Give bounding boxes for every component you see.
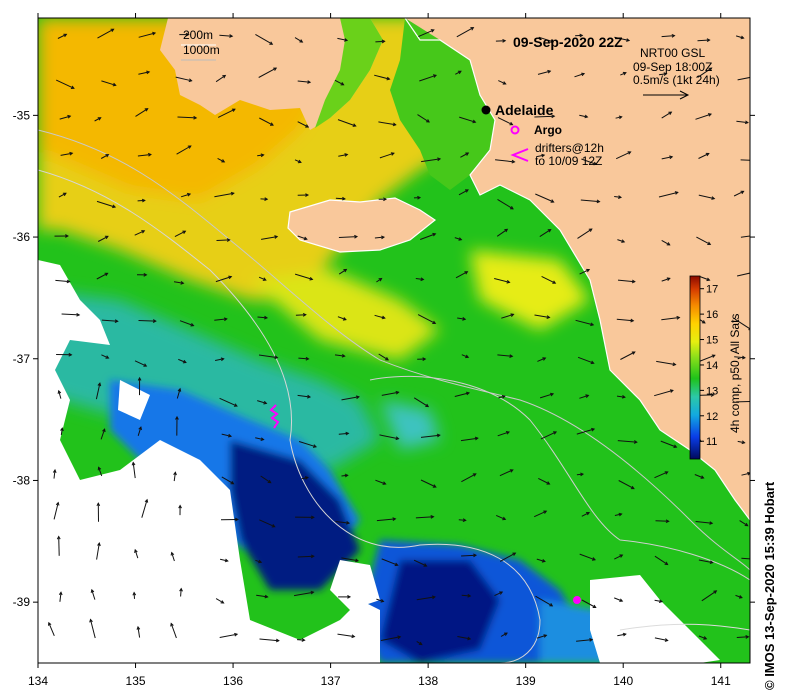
- lon-tick-label: 139: [516, 674, 536, 688]
- product-label: NRT00 GSL: [640, 46, 705, 60]
- lat-tick-label: -35: [13, 108, 31, 122]
- current-vector: [58, 536, 60, 556]
- current-vector: [216, 239, 230, 241]
- lon-tick-label: 134: [28, 674, 48, 688]
- argo-float-marker: [573, 596, 581, 604]
- current-vector: [740, 159, 750, 161]
- lat-tick-label: -38: [13, 473, 31, 487]
- colorbar-tick-label: 17: [706, 284, 718, 296]
- sst-map: 134 135 136 137 138 139 140 141 -35 -36 -37 -38 -39…: [13, 13, 761, 688]
- colorbar-tick-label: 12: [706, 411, 718, 423]
- current-vector-head: [758, 558, 761, 561]
- current-vector-head: [753, 75, 756, 78]
- lon-tick-label: 141: [711, 674, 731, 688]
- lon-tick-label: 137: [321, 674, 341, 688]
- drifter-label-2: to 10/09 12Z: [535, 154, 602, 168]
- lat-tick-label: -37: [13, 352, 31, 366]
- currents-time: 09-Sep 18:00Z: [633, 60, 712, 74]
- argo-label: Argo: [534, 123, 562, 137]
- current-vector-head: [753, 271, 756, 274]
- lon-tick-label: 140: [613, 674, 633, 688]
- colorbar-tick-label: 13: [706, 385, 718, 397]
- lon-tick-label: 138: [418, 674, 438, 688]
- current-vector: [138, 320, 156, 322]
- current-scale: 0.5m/s (1kt 24h): [633, 73, 720, 87]
- colorbar-label: 4h comp, p50, All Sats: [728, 314, 742, 433]
- lon-tick-label: 136: [223, 674, 243, 688]
- colorbar-tick-label: 16: [706, 309, 718, 321]
- depth-200-label: 200m: [183, 28, 213, 42]
- lat-tick-label: -36: [13, 230, 31, 244]
- current-vector-head: [751, 159, 754, 162]
- colorbar-tick-label: 15: [706, 335, 718, 347]
- current-vector-head: [753, 400, 756, 403]
- current-vector: [655, 520, 669, 522]
- city-label: Adelaide: [495, 102, 554, 118]
- lat-tick-label: -39: [13, 595, 31, 609]
- lon-tick-label: 135: [126, 674, 146, 688]
- map-title: 09-Sep-2020 22Z: [513, 34, 623, 50]
- depth-1000-label: 1000m: [183, 43, 220, 57]
- current-vector-head: [755, 234, 758, 237]
- drifter-label-1: drifters@12h: [535, 141, 604, 155]
- colorbar-tick-label: 11: [706, 436, 717, 448]
- credit-text: © IMOS 13-Sep-2020 15:39 Hobart: [762, 481, 777, 690]
- colorbar-tick-label: 14: [706, 360, 718, 372]
